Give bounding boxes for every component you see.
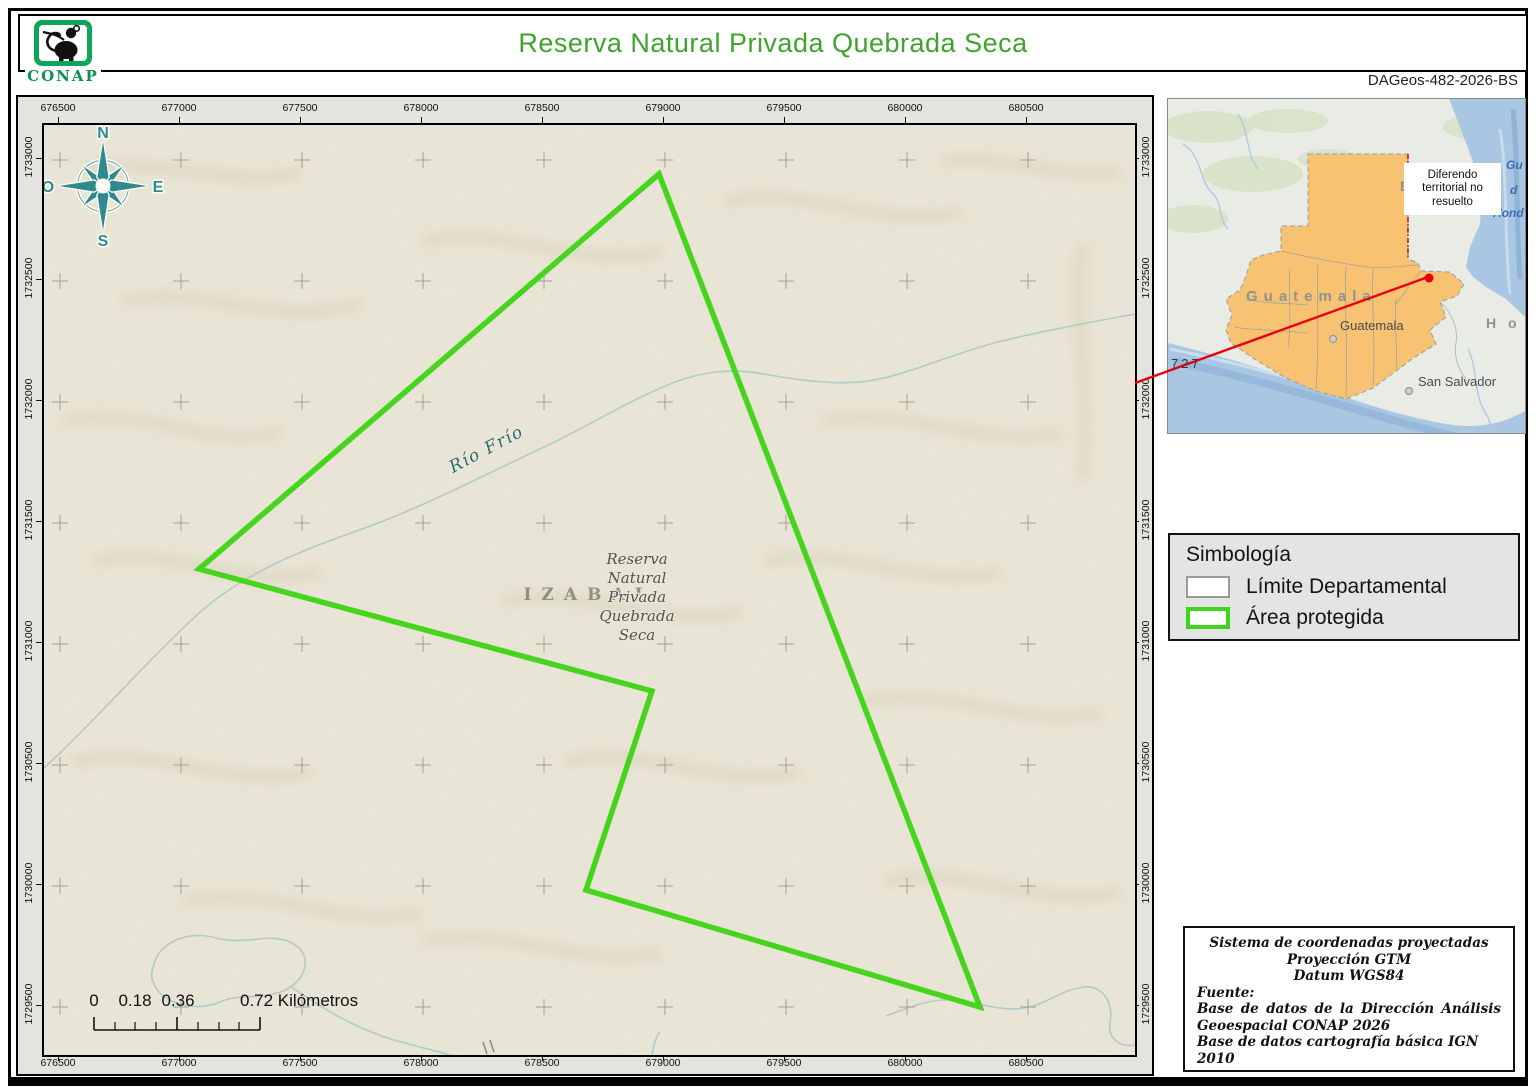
x-axis-label-top: 678000: [389, 102, 453, 114]
inset-honduras-label: H o: [1486, 315, 1521, 331]
y-axis-label-right: 1729500: [1140, 972, 1152, 1036]
credits-box: Sistema de coordenadas proyectadas Proye…: [1183, 926, 1515, 1072]
x-axis-label-top: 679000: [631, 102, 695, 114]
protected-area-swatch: [1186, 607, 1230, 629]
territorial-note-box: Diferendo territorial no resuelto: [1404, 163, 1501, 215]
legend-item-departmental: Límite Departamental: [1186, 575, 1518, 599]
location-marker: [1425, 274, 1434, 283]
y-axis-label-left: 1730500: [23, 730, 35, 794]
departmental-swatch: [1186, 576, 1230, 598]
y-axis-label-left: 1733000: [23, 125, 35, 189]
compass-o-label: O: [44, 179, 54, 196]
y-axis-label-right: 1730000: [1140, 851, 1152, 915]
scale-label-0: 0: [89, 991, 98, 1010]
y-axis-label-left: 1732000: [23, 367, 35, 431]
legend: Simbología Límite Departamental Área pro…: [1168, 533, 1520, 641]
page-border-bottom: [8, 1077, 1528, 1086]
doc-code: DAGeos-482-2026-BS: [1368, 72, 1518, 89]
credits-line: Datum WGS84: [1197, 968, 1501, 985]
compass-n-label: N: [97, 125, 109, 142]
x-axis-label-top: 679500: [752, 102, 816, 114]
map-document-page: Reserva Natural Privada Quebrada Seca CO…: [0, 0, 1536, 1089]
y-axis-label-right: 1733000: [1140, 125, 1152, 189]
y-axis-label-right: 1732500: [1140, 246, 1152, 310]
scale-label-end: 0.72 Kilómetros: [240, 991, 358, 1010]
inset-city-label: San Salvador: [1418, 374, 1497, 389]
svg-text:Reserva: Reserva: [605, 550, 667, 568]
svg-text:Seca: Seca: [619, 626, 656, 644]
scale-label-018: 0.18: [118, 991, 151, 1010]
svg-text:Quebrada: Quebrada: [599, 607, 674, 625]
y-axis-label-left: 1731000: [23, 609, 35, 673]
y-axis-label-left: 1731500: [23, 488, 35, 552]
note-line: territorial no: [1404, 182, 1501, 196]
inset-gulf-label-1: Gu: [1506, 158, 1523, 172]
y-axis-label-right: 1732000: [1140, 367, 1152, 431]
credits-line: Sistema de coordenadas proyectadas: [1197, 935, 1501, 952]
legend-item-protected-area: Área protegida: [1186, 606, 1518, 630]
inset-capital-label: Guatemala: [1340, 318, 1404, 333]
y-axis-label-left: 1730000: [23, 851, 35, 915]
inset-map: Guatemala Guatemala San Salvador H o B G…: [1167, 98, 1526, 434]
y-axis-label-left: 1732500: [23, 246, 35, 310]
legend-title: Simbología: [1186, 543, 1518, 567]
x-axis-label-top: 677000: [147, 102, 211, 114]
map-canvas: Río Frío IZABAL Reserva Natural Privada …: [42, 123, 1137, 1057]
conap-logo: CONAP: [25, 20, 101, 92]
y-axis-label-right: 1731500: [1140, 488, 1152, 552]
credits-source-line: Base de datos cartografía básica IGN 201…: [1197, 1034, 1501, 1067]
scale-label-036: 0.36: [161, 991, 194, 1010]
page-title: Reserva Natural Privada Quebrada Seca: [518, 28, 1027, 59]
monkey-icon: [34, 20, 92, 66]
x-axis-label-top: 678500: [510, 102, 574, 114]
inset-country-label: Guatemala: [1246, 288, 1377, 305]
svg-text:Natural: Natural: [607, 569, 667, 587]
y-axis-label-right: 1730500: [1140, 730, 1152, 794]
note-line: resuelto: [1404, 196, 1501, 210]
compass-s-label: S: [98, 233, 109, 250]
y-axis-label-right: 1731000: [1140, 609, 1152, 673]
title-bar: Reserva Natural Privada Quebrada Seca: [18, 14, 1528, 72]
x-axis-label-top: 680000: [873, 102, 937, 114]
x-axis-label-top: 676500: [26, 102, 90, 114]
credits-source-heading: Fuente:: [1197, 985, 1501, 1002]
x-axis-label-top: 677500: [268, 102, 332, 114]
credits-source-line: Base de datos de la Dirección Análisis G…: [1197, 1001, 1501, 1034]
credits-line: Proyección GTM: [1197, 952, 1501, 969]
note-line: Diferendo: [1404, 169, 1501, 183]
svg-text:Privada: Privada: [607, 588, 666, 606]
conap-logo-text: CONAP: [27, 67, 99, 85]
x-axis-label-top: 680500: [994, 102, 1058, 114]
y-axis-label-left: 1729500: [23, 972, 35, 1036]
compass-e-label: E: [153, 179, 164, 196]
inset-gulf-label-2: d: [1510, 183, 1518, 197]
